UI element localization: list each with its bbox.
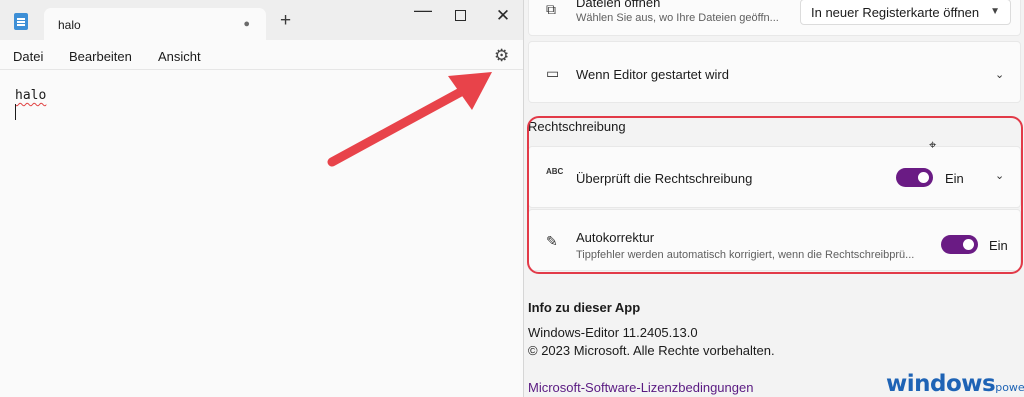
chevron-down-icon[interactable]: ⌄ <box>995 68 1004 81</box>
menu-ansicht[interactable]: Ansicht <box>158 49 201 64</box>
mouse-cursor-icon: ⌖ <box>929 137 937 152</box>
open-file-icon: ⧉ <box>546 1 556 17</box>
annotation-arrow-icon <box>327 72 492 167</box>
app-version: Windows-Editor 11.2405.13.0 <box>528 325 698 340</box>
notepad-window: halo ● + — ✕ Datei Bearbeiten Ansicht ⚙ … <box>0 0 524 397</box>
dropdown-value: In neuer Registerkarte öffnen <box>811 5 980 20</box>
window-icon: ▭ <box>546 65 560 81</box>
highlight-box <box>527 116 1023 274</box>
watermark-sub: power <box>995 381 1024 394</box>
license-link[interactable]: Microsoft-Software-Lizenzbedingungen <box>528 380 753 395</box>
setting-startup[interactable]: ▭ Wenn Editor gestartet wird ⌄ <box>528 41 1021 103</box>
chevron-down-icon: ▼ <box>990 6 1000 17</box>
copyright: © 2023 Microsoft. Alle Rechte vorbehalte… <box>528 343 775 358</box>
title-bar: halo ● + — ✕ <box>0 0 523 41</box>
editor-text: halo <box>15 88 47 103</box>
notepad-app-icon <box>14 13 28 30</box>
settings-panel: ⧉ Dateien öffnen Wählen Sie aus, wo Ihre… <box>525 0 1024 397</box>
minimize-button[interactable]: — <box>406 0 440 20</box>
watermark-logo: windowspower <box>886 371 1024 397</box>
menu-datei[interactable]: Datei <box>13 49 43 64</box>
open-files-title: Dateien öffnen <box>576 0 661 10</box>
tab-title: halo <box>58 18 81 32</box>
text-caret <box>15 104 16 120</box>
about-title: Info zu dieser App <box>528 300 641 315</box>
open-files-dropdown[interactable]: In neuer Registerkarte öffnen ▼ <box>800 0 1011 25</box>
startup-title: Wenn Editor gestartet wird <box>576 67 729 82</box>
watermark-main: windows <box>886 371 996 397</box>
maximize-icon <box>454 10 466 21</box>
new-tab-button[interactable]: + <box>280 11 291 30</box>
unsaved-dot-icon[interactable]: ● <box>243 18 250 30</box>
tab-halo[interactable]: halo ● <box>44 8 266 41</box>
close-button[interactable]: ✕ <box>486 6 520 26</box>
menu-bearbeiten[interactable]: Bearbeiten <box>69 49 132 64</box>
maximize-button[interactable] <box>443 6 477 26</box>
setting-open-files: ⧉ Dateien öffnen Wählen Sie aus, wo Ihre… <box>528 0 1021 36</box>
open-files-subtitle: Wählen Sie aus, wo Ihre Dateien geöffn..… <box>576 12 779 24</box>
